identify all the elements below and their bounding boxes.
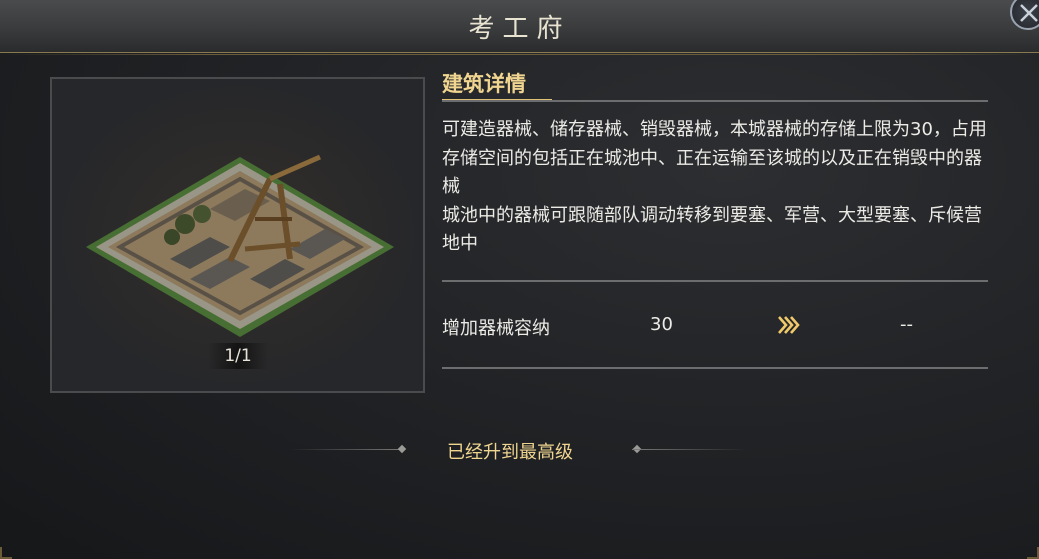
- decorative-diamond-icon: [397, 444, 407, 454]
- stat-next-value: --: [900, 314, 913, 335]
- close-icon: [1020, 4, 1038, 22]
- page-indicator: 1/1: [208, 343, 268, 369]
- stat-current-value: 30: [650, 314, 673, 335]
- divider-middle: [442, 280, 988, 282]
- description-paragraph: 可建造器械、储存器械、销毁器械，本城器械的存储上限为30，占用存储空间的包括正在…: [442, 119, 987, 197]
- decorative-line-right: [632, 449, 747, 450]
- max-level-text: 已经升到最高级: [447, 442, 573, 463]
- triple-chevron-right-icon: [778, 316, 800, 334]
- corner-ornament: [0, 547, 12, 559]
- stat-label: 增加器械容纳: [442, 318, 550, 339]
- section-heading: 建筑详情: [442, 72, 526, 96]
- title-bar: 考工府: [0, 0, 1039, 55]
- divider-bottom: [442, 367, 988, 369]
- siege-workshop-building-icon: [86, 154, 394, 337]
- description-paragraph: 城池中的器械可跟随部队调动转移到要塞、军营、大型要塞、斥候营地中: [442, 204, 982, 255]
- corner-ornament: [1027, 547, 1039, 559]
- window-title: 考工府: [468, 14, 571, 44]
- decorative-line-left: [290, 449, 405, 450]
- divider-top: [442, 100, 988, 102]
- building-image-frame: 1/1: [50, 77, 425, 393]
- building-description: 可建造器械、储存器械、销毁器械，本城器械的存储上限为30，占用存储空间的包括正在…: [442, 116, 990, 259]
